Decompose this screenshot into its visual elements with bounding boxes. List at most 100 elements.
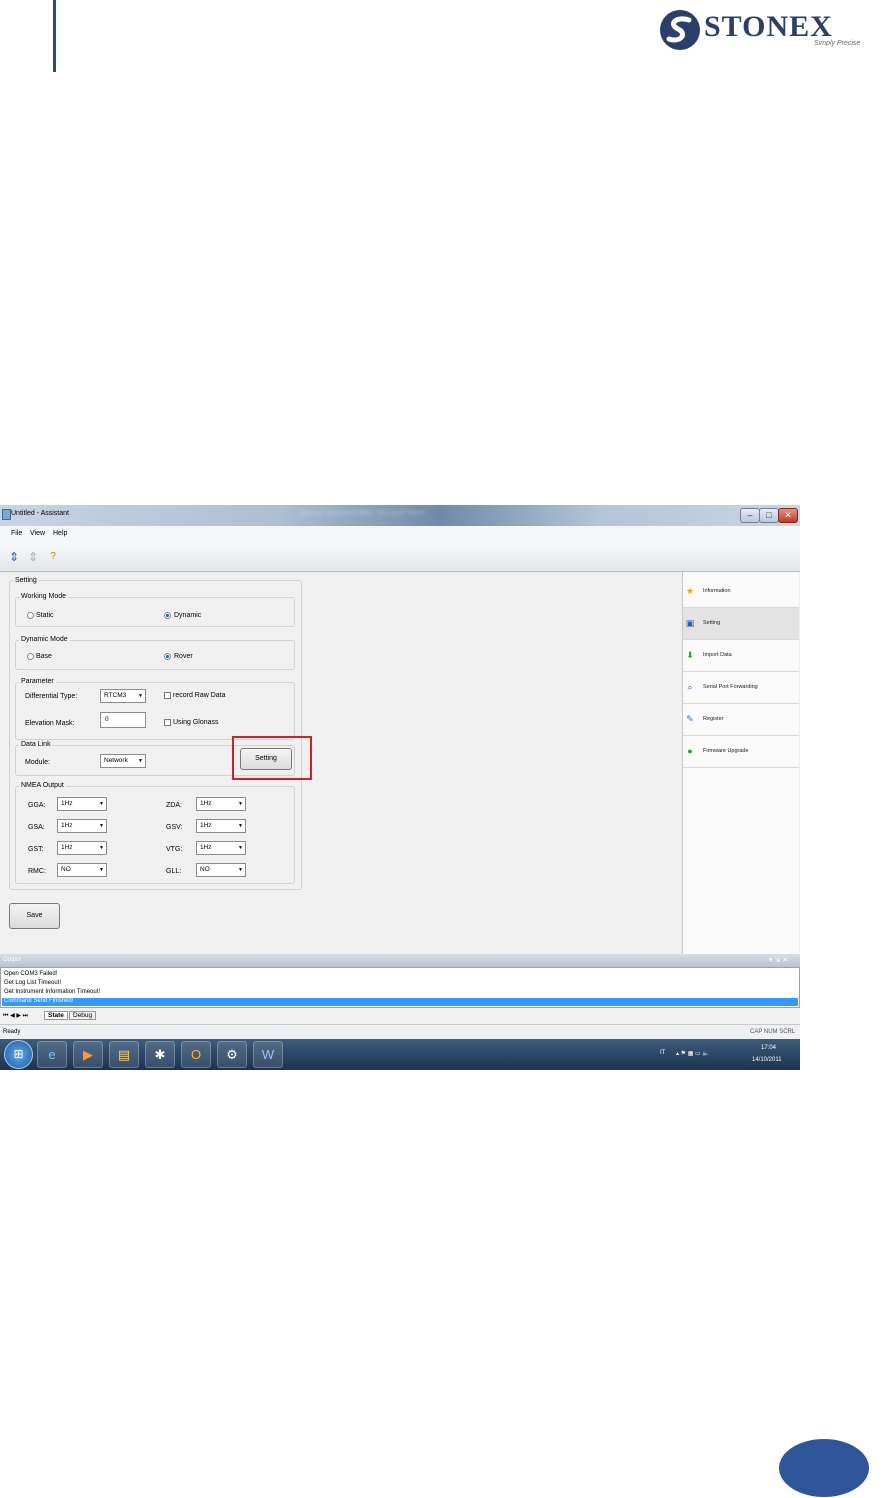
clock-date: 14/10/2011	[752, 1057, 782, 1063]
chevron-down-icon: ▼	[99, 867, 104, 873]
gga-select[interactable]: 1Hz ▼	[57, 797, 107, 811]
sidebar-item-setting[interactable]: ▣ Setting	[683, 608, 799, 640]
network-tool-icon: ✱	[154, 1047, 166, 1062]
base-radio[interactable]	[27, 653, 34, 660]
logo-brand-text: STONEX	[704, 10, 833, 43]
tab-state[interactable]: State	[44, 1011, 68, 1020]
sidebar-item-label: Register	[703, 716, 724, 722]
outlook-button[interactable]: O	[181, 1041, 211, 1068]
media-player-button[interactable]: ▶	[73, 1041, 103, 1068]
gsa-select[interactable]: 1Hz ▼	[57, 819, 107, 833]
minimize-icon: –	[747, 510, 753, 520]
vtg-select[interactable]: 1Hz ▼	[196, 841, 246, 855]
gga-label: GGA:	[28, 802, 46, 809]
sidebar-item-firmware-upgrade[interactable]: ● Firmware Upgrade	[683, 736, 799, 768]
logo-mark-icon	[660, 10, 700, 50]
rover-radio[interactable]	[164, 653, 171, 660]
chevron-down-icon: ▼	[138, 758, 143, 764]
rover-label: Rover	[174, 653, 193, 660]
gll-select[interactable]: NO ▼	[196, 863, 246, 877]
dynamic-mode-legend: Dynamic Mode	[19, 636, 70, 643]
gll-label: GLL:	[166, 868, 182, 875]
clock-time: 17:04	[761, 1045, 777, 1051]
rmc-label: RMC:	[28, 868, 46, 875]
assistant-window: Untitled - Assistant [blurred document t…	[0, 505, 800, 1070]
rmc-select[interactable]: NO ▼	[57, 863, 107, 877]
dynamic-radio[interactable]	[164, 612, 171, 619]
static-radio[interactable]	[27, 612, 34, 619]
tab-nav-arrows-icon[interactable]: ⏮ ◀ ▶ ⏭	[3, 1012, 28, 1020]
tab-debug[interactable]: Debug	[69, 1011, 97, 1020]
log-line: Get Log List Timeout!	[4, 980, 62, 986]
gsv-label: GSV:	[166, 824, 183, 831]
firmware-icon: ●	[687, 746, 693, 756]
browser-button[interactable]: e	[37, 1041, 67, 1068]
module-select[interactable]: Network ▼	[100, 754, 146, 768]
nmea-output-legend: NMEA Output	[19, 782, 66, 789]
register-icon: ✎	[686, 714, 694, 724]
word-button[interactable]: W	[253, 1041, 283, 1068]
menu-view[interactable]: View	[30, 530, 45, 537]
sidebar-item-label: Information	[703, 588, 731, 594]
menu-bar: File View Help	[0, 526, 800, 543]
base-label: Base	[36, 653, 52, 660]
network-tool-button[interactable]: ✱	[145, 1041, 175, 1068]
close-button[interactable]: ✕	[778, 508, 798, 523]
record-raw-data-checkbox[interactable]	[164, 692, 171, 699]
log-line-selected: Command Send Finished!	[4, 998, 74, 1004]
data-link-legend: Data Link	[19, 741, 53, 748]
tabs-row: ⏮ ◀ ▶ ⏭ State Debug	[0, 1009, 800, 1023]
browser-icon: e	[48, 1047, 56, 1062]
blurred-window-title: [blurred document title] - Microsoft Wor…	[300, 510, 425, 517]
gsv-select[interactable]: 1Hz ▼	[196, 819, 246, 833]
gsa-value: 1Hz	[61, 822, 73, 829]
app-icon	[2, 509, 11, 520]
chevron-down-icon: ▼	[99, 801, 104, 807]
settings-app-button[interactable]: ⚙	[217, 1041, 247, 1068]
gst-value: 1Hz	[61, 844, 73, 851]
language-indicator[interactable]: IT	[660, 1050, 665, 1056]
sidebar-item-register[interactable]: ✎ Register	[683, 704, 799, 736]
elevation-mask-input[interactable]: 0	[100, 712, 146, 728]
menu-file[interactable]: File	[11, 530, 22, 537]
connect-icon[interactable]: ⇕	[9, 549, 19, 565]
tray-icons[interactable]: ▴ ⚑ ▦ ▭ 🔈	[676, 1050, 710, 1057]
start-button[interactable]: ⊞	[4, 1040, 33, 1069]
help-icon[interactable]: ?	[48, 549, 58, 565]
using-glonass-checkbox[interactable]	[164, 719, 171, 726]
chevron-down-icon: ▼	[238, 845, 243, 851]
sidebar-item-label: Firmware Upgrade	[703, 748, 749, 754]
zda-select[interactable]: 1Hz ▼	[196, 797, 246, 811]
save-button[interactable]: Save	[9, 903, 60, 929]
differential-type-value: RTCM3	[104, 692, 127, 699]
sidebar-item-serial-port-forwarding[interactable]: ⌕ Serial Port Forwarding	[683, 672, 799, 704]
folder-icon: ▤	[117, 1047, 131, 1062]
minimize-button[interactable]: –	[740, 508, 760, 523]
selected-log-line-background	[2, 998, 798, 1006]
differential-type-select[interactable]: RTCM3 ▼	[100, 689, 146, 703]
sidebar-item-information[interactable]: ★ Information	[683, 576, 799, 608]
logo-tagline: Simply Precise	[814, 40, 861, 47]
gll-value: NO	[200, 866, 210, 873]
output-log[interactable]: Open COM3 Failed! Get Log List Timeout! …	[0, 967, 800, 1008]
gga-value: 1Hz	[61, 800, 73, 807]
window-title: Untitled - Assistant	[11, 510, 69, 517]
pin-icon[interactable]: ▾ ⇲ ✕	[769, 956, 788, 964]
gsv-value: 1Hz	[200, 822, 212, 829]
setting-title: Setting	[13, 577, 39, 584]
dynamic-label: Dynamic	[174, 612, 202, 619]
working-mode-group	[15, 597, 295, 627]
chevron-down-icon: ▼	[99, 823, 104, 829]
gst-select[interactable]: 1Hz ▼	[57, 841, 107, 855]
settings-panel: Setting Working Mode Static Dynamic Dyna…	[0, 572, 682, 954]
disconnect-icon[interactable]: ⇕	[28, 549, 38, 565]
rmc-value: NO	[61, 866, 71, 873]
zda-value: 1Hz	[200, 800, 212, 807]
sidebar-item-import-data[interactable]: ⬇ Import Data	[683, 640, 799, 672]
maximize-button[interactable]: □	[759, 508, 779, 523]
menu-help[interactable]: Help	[53, 530, 67, 537]
file-explorer-button[interactable]: ▤	[109, 1041, 139, 1068]
gear-icon: ⚙	[226, 1047, 238, 1062]
status-bar: Ready CAP NUM SCRL	[0, 1024, 800, 1040]
working-mode-legend: Working Mode	[19, 593, 69, 600]
